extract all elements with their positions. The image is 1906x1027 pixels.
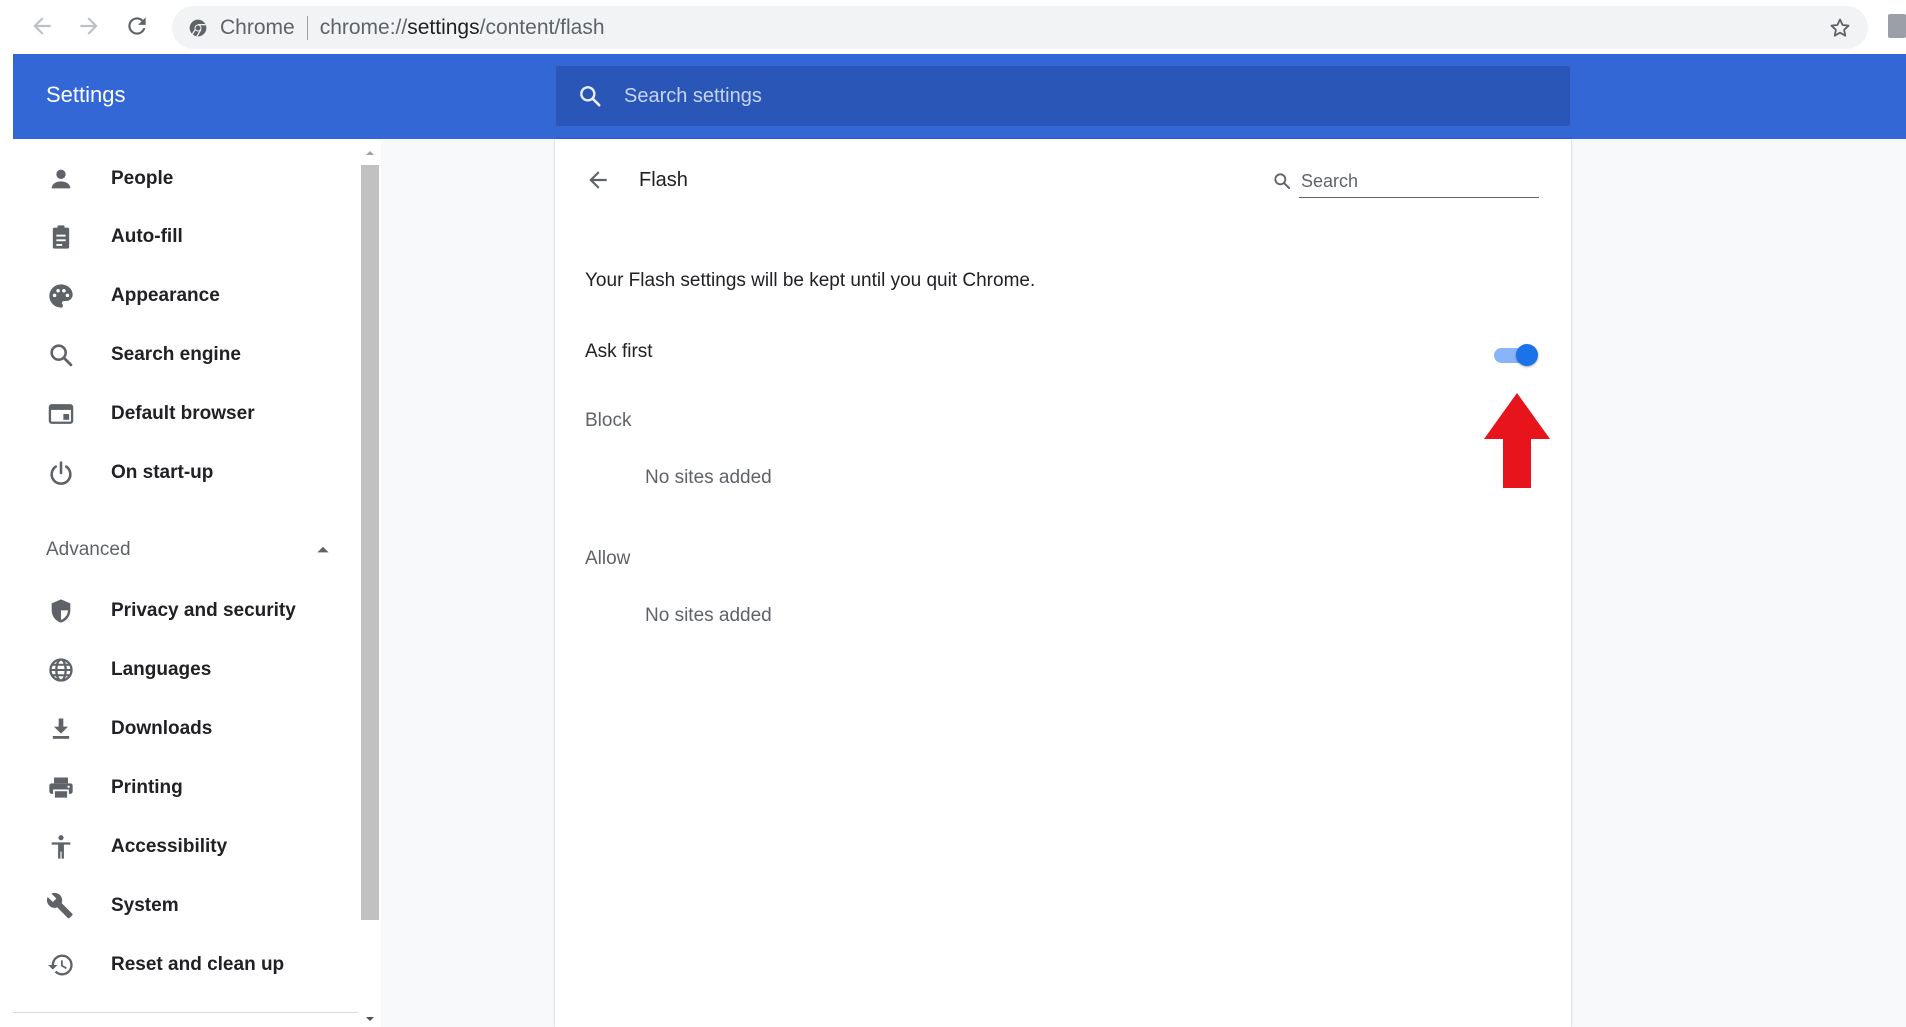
arrow-right-icon: [80, 17, 98, 35]
person-icon: [46, 164, 76, 194]
sidebar-item-label: Privacy and security: [111, 600, 296, 621]
chrome-logo-icon[interactable]: [186, 16, 210, 40]
sidebar-scrollbar[interactable]: [359, 145, 381, 1027]
ask-first-label: Ask first: [585, 341, 653, 362]
sidebar-item-autofill[interactable]: Auto-fill: [13, 211, 358, 263]
chevron-up-icon: [313, 540, 333, 560]
subpage-title: Flash: [639, 169, 688, 191]
advanced-label: Advanced: [46, 539, 131, 560]
power-icon: [46, 458, 76, 488]
sidebar-item-label: Reset and clean up: [111, 954, 285, 975]
subpage-search[interactable]: [1271, 164, 1541, 200]
sidebar-item-downloads[interactable]: Downloads: [13, 703, 358, 755]
sidebar-item-label: Downloads: [111, 718, 213, 739]
reload-icon: [128, 17, 146, 35]
sidebar-divider: [13, 1012, 358, 1013]
search-icon: [46, 340, 76, 370]
sidebar-item-label: Accessibility: [111, 836, 228, 857]
shield-icon: [46, 596, 76, 626]
origin-label: Chrome: [220, 15, 295, 39]
settings-header: Settings: [13, 54, 1906, 139]
sidebar-item-people[interactable]: People: [13, 153, 358, 205]
accessibility-icon: [46, 832, 76, 862]
sidebar-item-label: People: [111, 168, 174, 189]
url-scheme: chrome://: [319, 15, 408, 39]
ask-first-row[interactable]: Ask first: [555, 329, 1571, 379]
search-icon: [576, 82, 604, 110]
wrench-icon: [46, 891, 76, 921]
bookmark-star-icon[interactable]: [1826, 14, 1854, 42]
flash-info-text: Your Flash settings will be kept until y…: [585, 270, 1036, 291]
sidebar-item-default-browser[interactable]: Default browser: [13, 388, 358, 440]
red-arrow-annotation: [1484, 393, 1550, 488]
arrow-left-icon: [589, 171, 607, 189]
allow-section-label: Allow: [585, 548, 631, 569]
settings-sidebar: People Auto-fill Appearance Search engin…: [13, 139, 358, 1027]
scroll-up-arrow-icon[interactable]: [359, 145, 381, 161]
sidebar-item-label: Default browser: [111, 403, 255, 424]
sidebar-item-label: On start-up: [111, 462, 214, 483]
subpage-search-input[interactable]: [1299, 166, 1539, 198]
scroll-down-arrow-icon[interactable]: [359, 1011, 381, 1027]
sidebar-item-label: System: [111, 895, 179, 916]
page-title: Settings: [46, 82, 126, 107]
browser-toolbar: Chrome chrome://settings/content/flash: [0, 0, 1906, 54]
sidebar-item-appearance[interactable]: Appearance: [13, 270, 358, 322]
back-nav-button[interactable]: [24, 8, 60, 44]
card-header: Flash: [555, 139, 1571, 221]
ask-first-toggle[interactable]: [1492, 343, 1540, 367]
sidebar-item-privacy-security[interactable]: Privacy and security: [13, 585, 358, 637]
url-host: settings: [407, 15, 480, 39]
globe-icon: [46, 655, 76, 685]
arrow-left-icon: [33, 17, 51, 35]
sidebar-item-label: Search engine: [111, 344, 241, 365]
reload-button[interactable]: [119, 8, 155, 44]
palette-icon: [46, 281, 76, 311]
scrollbar-thumb[interactable]: [361, 165, 379, 920]
settings-search-box[interactable]: [556, 66, 1570, 126]
download-icon: [46, 714, 76, 744]
sidebar-item-on-startup[interactable]: On start-up: [13, 447, 358, 499]
sidebar-item-reset-clean-up[interactable]: Reset and clean up: [13, 939, 358, 991]
printer-icon: [46, 773, 76, 803]
flash-settings-card: Flash Your Flash settings will be kept u…: [555, 139, 1571, 1027]
advanced-section-toggle[interactable]: Advanced: [13, 524, 358, 576]
history-icon: [46, 950, 76, 980]
allow-empty-text: No sites added: [645, 605, 772, 626]
toggle-knob: [1516, 344, 1538, 366]
clipboard-icon: [46, 222, 76, 252]
browser-window-icon: [46, 399, 76, 429]
sidebar-item-label: Printing: [111, 777, 183, 798]
extension-icon[interactable]: [1888, 14, 1906, 38]
sidebar-item-label: Appearance: [111, 285, 220, 306]
forward-nav-button[interactable]: [71, 8, 107, 44]
url-path: /content/flash: [479, 15, 605, 39]
sidebar-item-system[interactable]: System: [13, 880, 358, 932]
block-empty-text: No sites added: [645, 467, 772, 488]
url-text[interactable]: chrome://settings/content/flash: [320, 16, 605, 40]
sidebar-item-search-engine[interactable]: Search engine: [13, 329, 358, 381]
sidebar-item-label: Languages: [111, 659, 212, 680]
block-section-label: Block: [585, 410, 632, 431]
sidebar-item-label: Auto-fill: [111, 226, 183, 247]
address-bar[interactable]: Chrome chrome://settings/content/flash: [172, 6, 1868, 49]
sidebar-item-languages[interactable]: Languages: [13, 644, 358, 696]
search-icon: [1271, 170, 1293, 192]
search-settings-input[interactable]: [622, 76, 1522, 116]
sidebar-item-printing[interactable]: Printing: [13, 762, 358, 814]
omnibox-divider: [306, 15, 308, 40]
sidebar-item-accessibility[interactable]: Accessibility: [13, 821, 358, 873]
back-button[interactable]: [581, 163, 615, 197]
